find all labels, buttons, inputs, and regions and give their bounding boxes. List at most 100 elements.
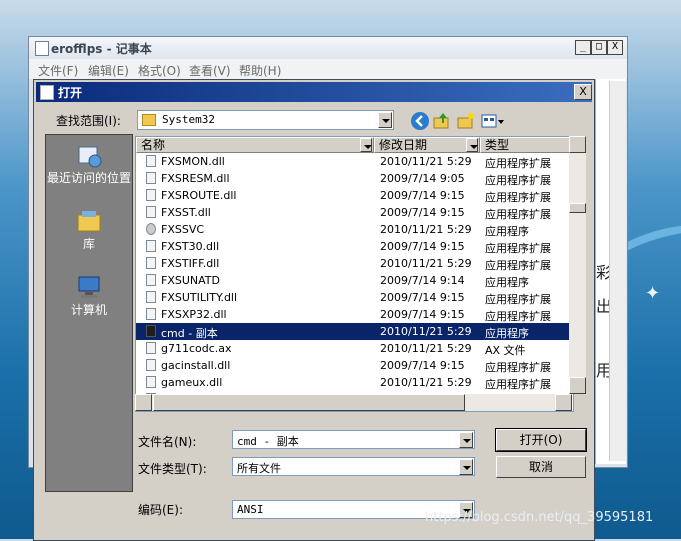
notepad-icon [40,85,54,100]
notepad-scrollbar[interactable] [609,81,626,461]
notepad-titlebar[interactable]: erofflps - 记事本 _ □ X [29,37,627,59]
computer-icon [75,273,103,301]
file-date: 2010/11/21 5:29 [380,325,472,338]
file-type: 应用程序扩展 [485,208,551,221]
file-row[interactable]: FXSUNATD 2009/7/14 9:14 应用程序 [136,272,573,289]
chevron-down-icon[interactable] [378,112,392,128]
menu-view[interactable]: 查看(V) [189,62,231,79]
file-icon [146,257,156,269]
cancel-button[interactable]: 取消 [496,456,586,478]
file-row[interactable]: FXSXP32.dll 2009/7/14 9:15 应用程序扩展 [136,306,573,323]
column-date-label: 修改日期 [379,138,428,152]
chevron-down-icon[interactable] [459,459,473,475]
dialog-close-button[interactable]: X [574,84,592,100]
file-date: 2009/7/14 9:15 [380,240,465,253]
notepad-menubar: 文件(F) 编辑(E) 格式(O) 查看(V) 帮助(H) [29,59,627,79]
column-header-name[interactable]: 名称 [136,137,374,153]
menu-file[interactable]: 文件(F) [38,62,78,79]
filename-input[interactable]: cmd - 副本 [232,430,475,449]
recent-places-icon [75,141,103,169]
file-name: FXSSVC [161,223,205,236]
menu-format[interactable]: 格式(O) [138,62,181,79]
file-date: 2010/11/21 5:29 [380,223,472,236]
file-type: 应用程序扩展 [485,191,551,204]
scroll-right-button[interactable] [555,394,572,411]
scroll-down-button[interactable] [569,377,586,394]
file-list-horizontal-scrollbar[interactable] [135,394,572,411]
place-label: 库 [82,237,95,251]
file-row[interactable]: gameux.dll 2010/11/21 5:29 应用程序扩展 [136,374,573,391]
column-type-label: 类型 [485,138,510,152]
column-header-type[interactable]: 类型 [480,137,573,153]
dialog-titlebar[interactable]: 打开 X [36,82,592,102]
filetype-dropdown[interactable]: 所有文件 [232,457,475,476]
file-row[interactable]: FXSSVC 2010/11/21 5:29 应用程序 [136,221,573,238]
file-date: 2010/11/21 5:29 [380,155,472,168]
look-in-label: 查找范围(I): [56,114,121,128]
minimize-button[interactable]: _ [575,40,591,55]
new-folder-icon[interactable] [457,112,475,130]
up-folder-icon[interactable] [433,112,451,130]
file-row[interactable]: FXSROUTE.dll 2009/7/14 9:15 应用程序扩展 [136,187,573,204]
look-in-dropdown[interactable]: System32 [137,110,394,130]
file-name: cmd - 副本 [161,327,218,340]
open-button[interactable]: 打开(O) [495,428,587,452]
file-icon [146,342,156,354]
file-list-vertical-scrollbar[interactable] [569,136,586,394]
horizontal-scroll-thumb[interactable] [153,394,465,411]
file-row[interactable]: FXSRESM.dll 2009/7/14 9:05 应用程序扩展 [136,170,573,187]
place-computer[interactable]: 计算机 [46,273,132,317]
file-row[interactable]: g711codc.ax 2010/11/21 5:29 AX 文件 [136,340,573,357]
file-date: 2009/7/14 9:15 [380,359,465,372]
file-date: 2010/11/21 5:29 [380,376,472,389]
file-icon [146,206,156,218]
file-date: 2009/7/14 9:05 [380,172,465,185]
maximize-button[interactable]: □ [591,40,607,55]
file-row[interactable]: cmd - 副本 2010/11/21 5:29 应用程序 [136,323,573,340]
back-icon[interactable] [411,112,429,130]
file-row[interactable]: FXSUTILITY.dll 2009/7/14 9:15 应用程序扩展 [136,289,573,306]
file-icon [146,359,156,371]
filetype-value: 所有文件 [237,462,281,475]
file-type: 应用程序扩展 [485,242,551,255]
chevron-down-icon[interactable] [459,432,473,448]
place-library[interactable]: 库 [46,207,132,251]
file-row[interactable]: FXSMON.dll 2010/11/21 5:29 应用程序扩展 [136,153,573,170]
file-date: 2010/11/21 5:29 [380,257,472,270]
look-in-value: System32 [162,113,215,126]
scroll-left-button[interactable] [135,394,152,411]
file-type: 应用程序扩展 [485,378,551,391]
menu-help[interactable]: 帮助(H) [239,62,281,79]
column-header-date[interactable]: 修改日期 [374,137,480,153]
file-name: FXSUNATD [161,274,220,287]
place-recent[interactable]: 最近访问的位置 [46,141,132,185]
file-row[interactable]: FXSST.dll 2009/7/14 9:15 应用程序扩展 [136,204,573,221]
file-icon [146,376,156,388]
file-date: 2010/11/21 5:29 [380,342,472,355]
file-row[interactable]: FXST30.dll 2009/7/14 9:15 应用程序扩展 [136,238,573,255]
file-type: 应用程序扩展 [485,310,551,323]
file-list[interactable]: 名称 修改日期 类型 FXSMON.dll 2010/11/21 5:29 应用程序… [135,136,574,412]
chevron-down-icon[interactable] [360,138,372,152]
file-date: 2009/7/14 9:14 [380,274,465,287]
menu-edit[interactable]: 编辑(E) [88,62,129,79]
filename-label: 文件名(N): [138,435,197,449]
place-label: 计算机 [70,303,107,317]
file-name: FXSRESM.dll [161,172,230,185]
view-menu-icon[interactable] [481,112,505,130]
scroll-up-button[interactable] [569,136,586,153]
file-name: FXSXP32.dll [161,308,227,321]
file-type: 应用程序扩展 [485,293,551,306]
scroll-thumb[interactable] [569,203,586,213]
notepad-title: erofflps - 记事本 [51,42,152,56]
file-row[interactable]: FXSTIFF.dll 2010/11/21 5:29 应用程序扩展 [136,255,573,272]
file-row[interactable]: gacinstall.dll 2009/7/14 9:15 应用程序扩展 [136,357,573,374]
close-button[interactable]: X [607,40,623,55]
library-icon [75,207,103,235]
place-label: 最近访问的位置 [46,171,131,185]
file-type: 应用程序 [485,225,529,238]
encoding-label: 编码(E): [138,503,183,517]
dialog-title: 打开 [58,86,83,100]
watermark: https://blog.csdn.net/qq_39595181 [425,510,654,525]
chevron-down-icon[interactable] [466,138,478,152]
